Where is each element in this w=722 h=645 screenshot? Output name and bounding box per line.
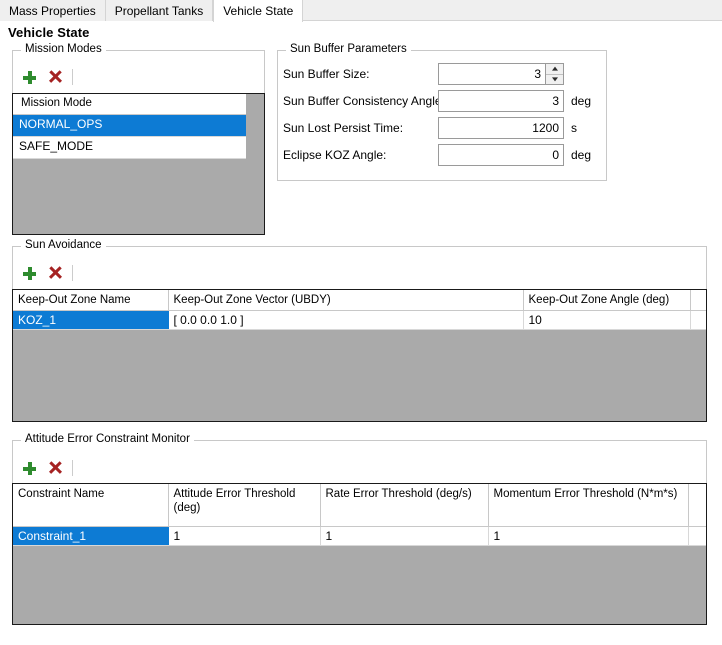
sun-avoidance-toolbar: [16, 260, 73, 286]
stepper-buttons: [545, 64, 563, 84]
list-item[interactable]: NORMAL_OPS: [13, 115, 264, 137]
sun-avoidance-legend: Sun Avoidance: [21, 240, 106, 252]
mission-modes-toolbar: [16, 64, 73, 90]
attitude-error-monitor-grid[interactable]: Constraint Name Attitude Error Threshold…: [12, 483, 707, 625]
tab-label: Mass Properties: [9, 5, 96, 17]
column-header-rate-error-threshold[interactable]: Rate Error Threshold (deg/s): [320, 484, 488, 527]
eclipse-koz-angle-input[interactable]: 0: [438, 144, 564, 166]
attitude-error-monitor-table: Constraint Name Attitude Error Threshold…: [13, 484, 707, 546]
attitude-error-monitor-toolbar: [16, 455, 73, 481]
sun-buffer-consistency-angle-input[interactable]: 3: [438, 90, 564, 112]
tab-mass-properties[interactable]: Mass Properties: [0, 0, 106, 21]
sun-buffer-legend: Sun Buffer Parameters: [286, 44, 411, 56]
tab-label: Vehicle State: [223, 5, 293, 17]
sun-lost-persist-time-label: Sun Lost Persist Time:: [283, 121, 438, 135]
page-title: Vehicle State: [8, 25, 90, 40]
constraint-name-cell[interactable]: Constraint_1: [13, 527, 168, 546]
grid-scroll-gutter[interactable]: [688, 484, 706, 527]
tab-strip: Mass Properties Propellant Tanks Vehicle…: [0, 0, 722, 21]
sun-buffer-consistency-angle-label: Sun Buffer Consistency Angle:: [283, 94, 438, 108]
sun-buffer-size-value[interactable]: 3: [439, 64, 545, 84]
sun-avoidance-add-button[interactable]: [16, 261, 42, 285]
column-header-koz-angle[interactable]: Keep-Out Zone Angle (deg): [523, 290, 690, 311]
sun-avoidance-grid[interactable]: Keep-Out Zone Name Keep-Out Zone Vector …: [12, 289, 707, 422]
constraint-add-button[interactable]: [16, 456, 42, 480]
momentum-error-threshold-cell[interactable]: 1: [488, 527, 688, 546]
sun-buffer-consistency-angle-row: Sun Buffer Consistency Angle: 3 deg: [283, 90, 591, 112]
toolbar-separator: [72, 460, 73, 476]
mission-modes-grid[interactable]: Mission Mode NORMAL_OPS SAFE_MODE: [12, 93, 265, 235]
sun-lost-persist-time-input[interactable]: 1200: [438, 117, 564, 139]
column-header-momentum-error-threshold[interactable]: Momentum Error Threshold (N*m*s): [488, 484, 688, 527]
plus-icon: [22, 461, 37, 476]
column-header-attitude-error-threshold[interactable]: Attitude Error Threshold (deg): [168, 484, 320, 527]
sun-buffer-size-label: Sun Buffer Size:: [283, 67, 438, 81]
plus-icon: [22, 70, 37, 85]
list-item[interactable]: SAFE_MODE: [13, 137, 264, 159]
x-icon: [48, 266, 62, 280]
stepper-down-icon[interactable]: [546, 75, 563, 85]
tab-vehicle-state[interactable]: Vehicle State: [213, 0, 303, 22]
row-gutter: [246, 115, 264, 137]
sun-avoidance-table: Keep-Out Zone Name Keep-Out Zone Vector …: [13, 290, 707, 330]
mission-modes-header-row: Mission Mode: [13, 94, 264, 115]
grid-scroll-gutter[interactable]: [246, 94, 264, 115]
table-header-row: Constraint Name Attitude Error Threshold…: [13, 484, 706, 527]
attitude-error-threshold-cell[interactable]: 1: [168, 527, 320, 546]
koz-name-cell[interactable]: KOZ_1: [13, 311, 168, 330]
eclipse-koz-angle-row: Eclipse KOZ Angle: 0 deg: [283, 144, 591, 166]
eclipse-koz-angle-unit: deg: [571, 148, 591, 162]
sun-avoidance-delete-button[interactable]: [42, 261, 68, 285]
eclipse-koz-angle-label: Eclipse KOZ Angle:: [283, 148, 438, 162]
koz-vector-cell[interactable]: [ 0.0 0.0 1.0 ]: [168, 311, 523, 330]
constraint-delete-button[interactable]: [42, 456, 68, 480]
table-row[interactable]: Constraint_1 1 1 1: [13, 527, 706, 546]
column-header-koz-name[interactable]: Keep-Out Zone Name: [13, 290, 168, 311]
koz-angle-cell[interactable]: 10: [523, 311, 690, 330]
toolbar-separator: [72, 69, 73, 85]
row-gutter: [246, 137, 264, 159]
grid-scroll-gutter[interactable]: [690, 290, 707, 311]
rate-error-threshold-cell[interactable]: 1: [320, 527, 488, 546]
table-header-row: Keep-Out Zone Name Keep-Out Zone Vector …: [13, 290, 707, 311]
sun-buffer-size-row: Sun Buffer Size: 3: [283, 63, 564, 85]
sun-buffer-size-stepper[interactable]: 3: [438, 63, 564, 85]
row-gutter: [688, 527, 706, 546]
attitude-error-monitor-legend: Attitude Error Constraint Monitor: [21, 434, 194, 446]
sun-buffer-consistency-angle-unit: deg: [571, 94, 591, 108]
sun-lost-persist-time-unit: s: [571, 121, 577, 135]
mission-modes-add-button[interactable]: [16, 65, 42, 89]
table-row[interactable]: KOZ_1 [ 0.0 0.0 1.0 ] 10: [13, 311, 707, 330]
x-icon: [48, 461, 62, 475]
toolbar-separator: [72, 265, 73, 281]
x-icon: [48, 70, 62, 84]
mission-modes-legend: Mission Modes: [21, 44, 106, 56]
stepper-up-icon[interactable]: [546, 64, 563, 75]
tab-propellant-tanks[interactable]: Propellant Tanks: [106, 0, 214, 21]
column-header-mission-mode[interactable]: Mission Mode: [13, 94, 246, 115]
row-gutter: [690, 311, 707, 330]
column-header-constraint-name[interactable]: Constraint Name: [13, 484, 168, 527]
plus-icon: [22, 266, 37, 281]
column-header-koz-vector[interactable]: Keep-Out Zone Vector (UBDY): [168, 290, 523, 311]
mission-mode-cell[interactable]: SAFE_MODE: [13, 137, 246, 159]
mission-mode-cell[interactable]: NORMAL_OPS: [13, 115, 246, 137]
mission-modes-delete-button[interactable]: [42, 65, 68, 89]
sun-lost-persist-time-row: Sun Lost Persist Time: 1200 s: [283, 117, 577, 139]
tab-label: Propellant Tanks: [115, 5, 204, 17]
